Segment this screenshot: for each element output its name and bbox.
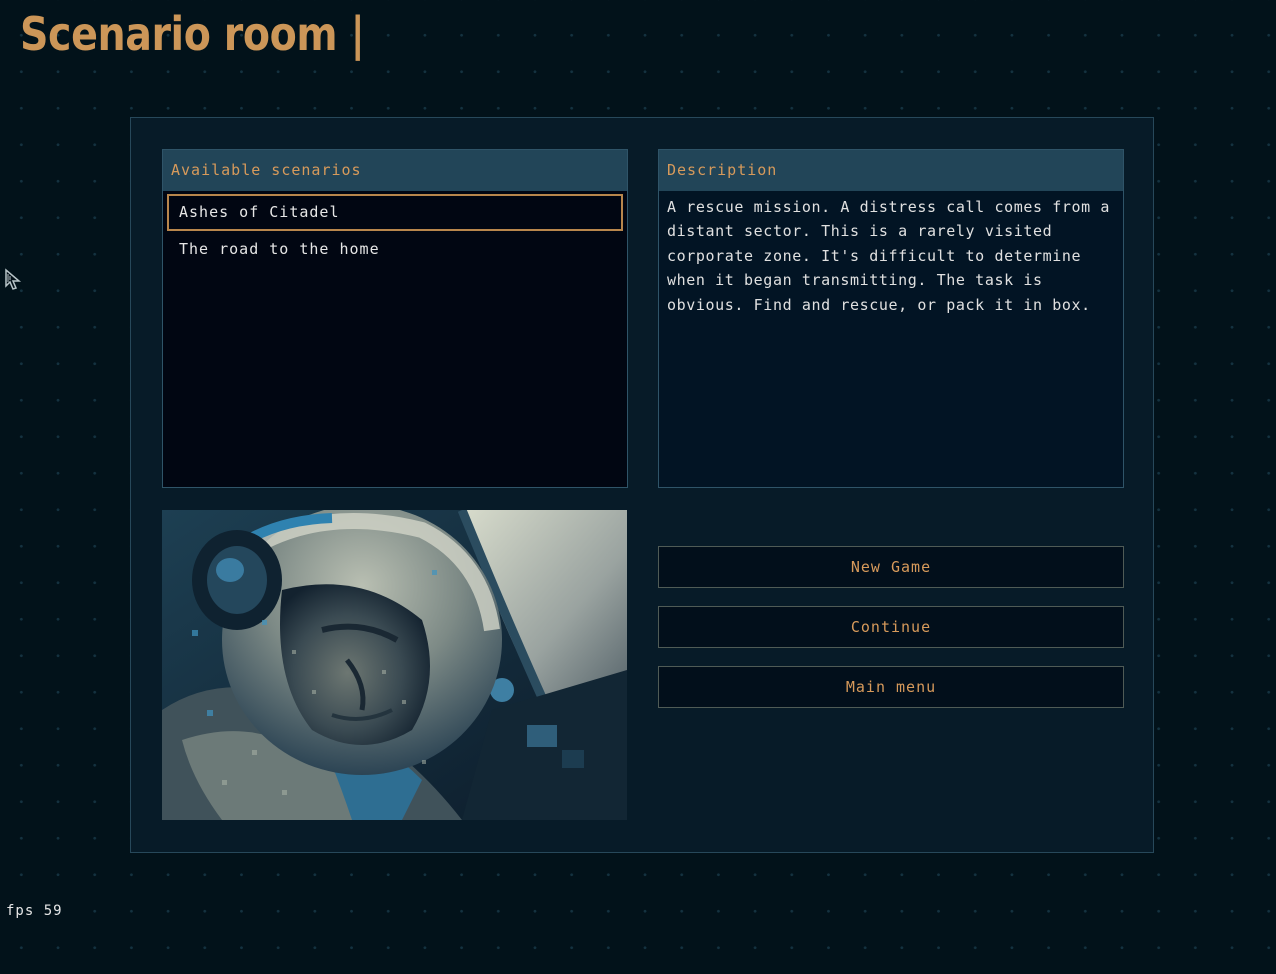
scenarios-list-box: Available scenarios Ashes of Citadel The… xyxy=(162,149,628,488)
main-menu-button[interactable]: Main menu xyxy=(658,666,1124,708)
scenarios-header: Available scenarios xyxy=(163,150,627,191)
scenario-item-ashes-of-citadel[interactable]: Ashes of Citadel xyxy=(167,194,623,231)
scenario-artwork xyxy=(162,510,627,820)
description-text: A rescue mission. A distress call comes … xyxy=(667,198,1111,314)
description-header: Description xyxy=(659,150,1123,191)
scenario-panel: Available scenarios Ashes of Citadel The… xyxy=(130,117,1154,853)
description-box: Description A rescue mission. A distress… xyxy=(658,149,1124,488)
scenario-item-the-road-to-the-home[interactable]: The road to the home xyxy=(167,231,623,264)
continue-button[interactable]: Continue xyxy=(658,606,1124,648)
scenario-list: Ashes of Citadel The road to the home xyxy=(163,191,627,264)
astronaut-artwork-image xyxy=(162,510,627,820)
fps-counter: fps 59 xyxy=(6,903,63,919)
new-game-button[interactable]: New Game xyxy=(658,546,1124,588)
page-title: Scenario room | xyxy=(20,7,365,61)
pointer-cursor-icon xyxy=(5,268,22,290)
